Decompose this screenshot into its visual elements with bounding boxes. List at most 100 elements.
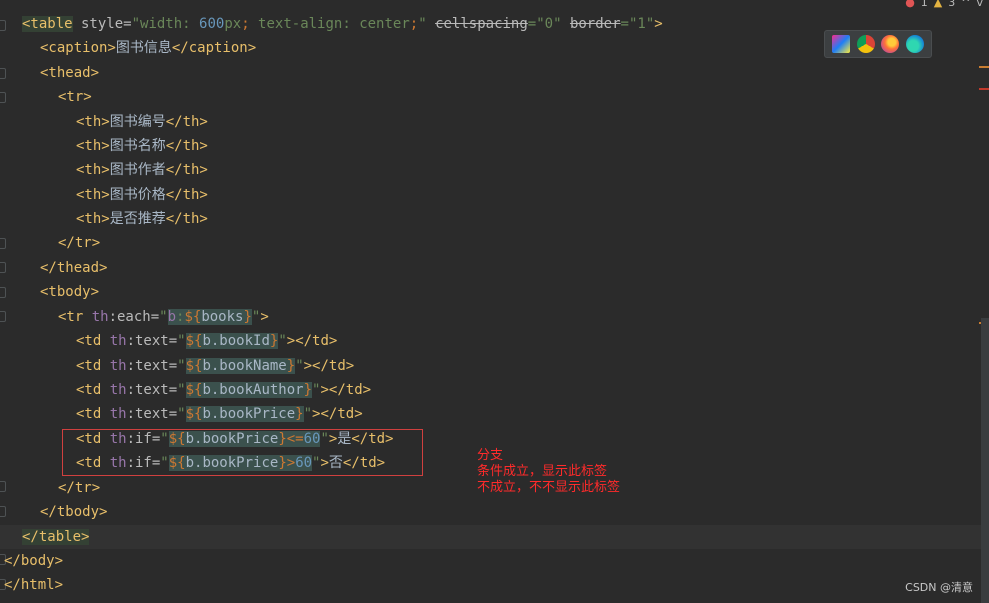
error-count: 1 bbox=[920, 0, 928, 9]
inspection-status[interactable]: ● 1 ▲ 3 ^ v bbox=[905, 0, 983, 9]
fold-icon[interactable] bbox=[0, 92, 6, 103]
vertical-scrollbar[interactable] bbox=[981, 318, 989, 603]
code-line[interactable]: </body> bbox=[4, 549, 63, 573]
code-token: </th> bbox=[165, 114, 208, 130]
fold-icon[interactable] bbox=[0, 287, 6, 298]
code-token: > bbox=[260, 309, 269, 325]
code-token: th bbox=[109, 333, 127, 349]
code-token: ${ bbox=[185, 382, 203, 398]
previous-highlight-button[interactable]: ^ bbox=[961, 0, 970, 9]
code-token: ${ bbox=[185, 406, 203, 422]
code-line[interactable]: </tbody> bbox=[40, 500, 107, 524]
watermark: CSDN @清意 bbox=[905, 581, 973, 594]
code-token: b.bookPrice bbox=[202, 406, 296, 422]
fold-icon[interactable] bbox=[0, 20, 6, 31]
code-token: :text= bbox=[126, 333, 178, 349]
code-token: </th> bbox=[165, 187, 208, 203]
code-token: <td bbox=[76, 333, 110, 349]
annotation-line: 分支 bbox=[477, 448, 504, 463]
fold-icon[interactable] bbox=[0, 311, 6, 322]
chrome-icon[interactable] bbox=[856, 35, 875, 53]
code-token: 图书作者 bbox=[109, 162, 166, 178]
code-line[interactable]: <th>图书名称</th> bbox=[76, 134, 208, 158]
code-token: ${ bbox=[184, 309, 202, 325]
code-line[interactable]: <th>图书编号</th> bbox=[76, 110, 208, 134]
code-line[interactable]: <thead> bbox=[40, 61, 99, 85]
fold-icon[interactable] bbox=[0, 481, 6, 492]
code-token: "width: bbox=[131, 16, 200, 32]
code-line[interactable]: <th>图书价格</th> bbox=[76, 183, 208, 207]
annotation-line: 条件成立，显示此标签 bbox=[477, 464, 608, 479]
code-token: } bbox=[243, 309, 252, 325]
code-token: ${ bbox=[185, 333, 203, 349]
code-line[interactable]: <th>是否推荐</th> bbox=[76, 207, 208, 231]
code-line[interactable]: <td th:text="${b.bookName}"></td> bbox=[76, 354, 354, 378]
code-token: <td bbox=[76, 358, 110, 374]
code-token: th bbox=[109, 382, 127, 398]
next-highlight-button[interactable]: v bbox=[976, 0, 983, 9]
code-line[interactable]: <td th:text="${b.bookPrice}"></td> bbox=[76, 402, 363, 426]
code-token: books bbox=[201, 309, 244, 325]
code-token: th bbox=[109, 358, 127, 374]
code-line[interactable]: <tbody> bbox=[40, 280, 99, 304]
code-token: 是否推荐 bbox=[109, 211, 166, 227]
code-token: </caption> bbox=[171, 40, 257, 56]
code-token: " bbox=[177, 333, 186, 349]
code-token: } bbox=[303, 382, 313, 398]
warning-marker[interactable] bbox=[979, 66, 989, 68]
error-icon: ● bbox=[905, 0, 915, 9]
code-line[interactable]: </tr> bbox=[58, 231, 100, 255]
code-token: <th> bbox=[76, 114, 110, 130]
code-token: px bbox=[224, 16, 242, 32]
code-token: ; bbox=[409, 16, 419, 32]
code-editor[interactable]: ● 1 ▲ 3 ^ v <table style="width: 600px; … bbox=[0, 0, 989, 603]
code-token: 图书名称 bbox=[109, 138, 166, 154]
code-token: " bbox=[159, 309, 168, 325]
fold-icon[interactable] bbox=[0, 506, 6, 517]
fold-icon[interactable] bbox=[0, 262, 6, 273]
jetbrains-icon[interactable] bbox=[832, 35, 851, 53]
code-line[interactable]: </tr> bbox=[58, 476, 100, 500]
code-token: b.bookId bbox=[202, 333, 270, 349]
error-marker[interactable] bbox=[979, 88, 989, 90]
code-line[interactable]: <caption>图书信息</caption> bbox=[40, 36, 256, 60]
code-line[interactable]: </thead> bbox=[40, 256, 107, 280]
code-line[interactable]: <tr> bbox=[58, 85, 92, 109]
code-line[interactable]: <td th:text="${b.bookAuthor}"></td> bbox=[76, 378, 371, 402]
code-token: ; bbox=[241, 16, 250, 32]
code-token: 600 bbox=[199, 16, 225, 32]
code-token: b.bookName bbox=[202, 358, 287, 374]
code-token: ${ bbox=[185, 358, 203, 374]
code-token: <table bbox=[22, 16, 73, 32]
code-token: style= bbox=[72, 16, 132, 32]
code-token: 图书信息 bbox=[115, 40, 172, 56]
code-token: > bbox=[654, 16, 663, 32]
code-line[interactable]: <tr th:each="b:${books}"> bbox=[58, 305, 269, 329]
code-token: b bbox=[167, 309, 177, 325]
code-line[interactable]: <td th:text="${b.bookId}"></td> bbox=[76, 329, 337, 353]
code-token: " bbox=[295, 358, 304, 374]
code-token: ></td> bbox=[312, 406, 363, 422]
annotation-line: 不成立，不不显示此标签 bbox=[477, 480, 621, 495]
code-line[interactable]: <table style="width: 600px; text-align: … bbox=[22, 12, 663, 36]
code-token: :text= bbox=[126, 406, 178, 422]
code-line[interactable]: </html> bbox=[4, 573, 63, 597]
code-line[interactable]: <th>图书作者</th> bbox=[76, 158, 208, 182]
fold-icon[interactable] bbox=[0, 238, 6, 249]
code-token: ="0" bbox=[527, 16, 570, 32]
code-token: <td bbox=[76, 406, 110, 422]
code-token: ="1" bbox=[620, 16, 655, 32]
current-line[interactable]: </table> bbox=[0, 525, 989, 549]
firefox-icon[interactable] bbox=[881, 35, 900, 53]
code-token: th bbox=[91, 309, 109, 325]
code-token: <th> bbox=[76, 187, 110, 203]
annotation-text: 分支 条件成立，显示此标签 不成立，不不显示此标签 bbox=[477, 448, 620, 496]
code-token: " bbox=[418, 16, 436, 32]
code-token: cellspacing bbox=[435, 16, 528, 32]
edge-icon[interactable] bbox=[905, 35, 924, 53]
code-token: " bbox=[177, 382, 186, 398]
code-token: th bbox=[109, 406, 127, 422]
code-token: 图书编号 bbox=[109, 114, 166, 130]
code-token: ></td> bbox=[320, 382, 372, 398]
fold-icon[interactable] bbox=[0, 68, 6, 79]
